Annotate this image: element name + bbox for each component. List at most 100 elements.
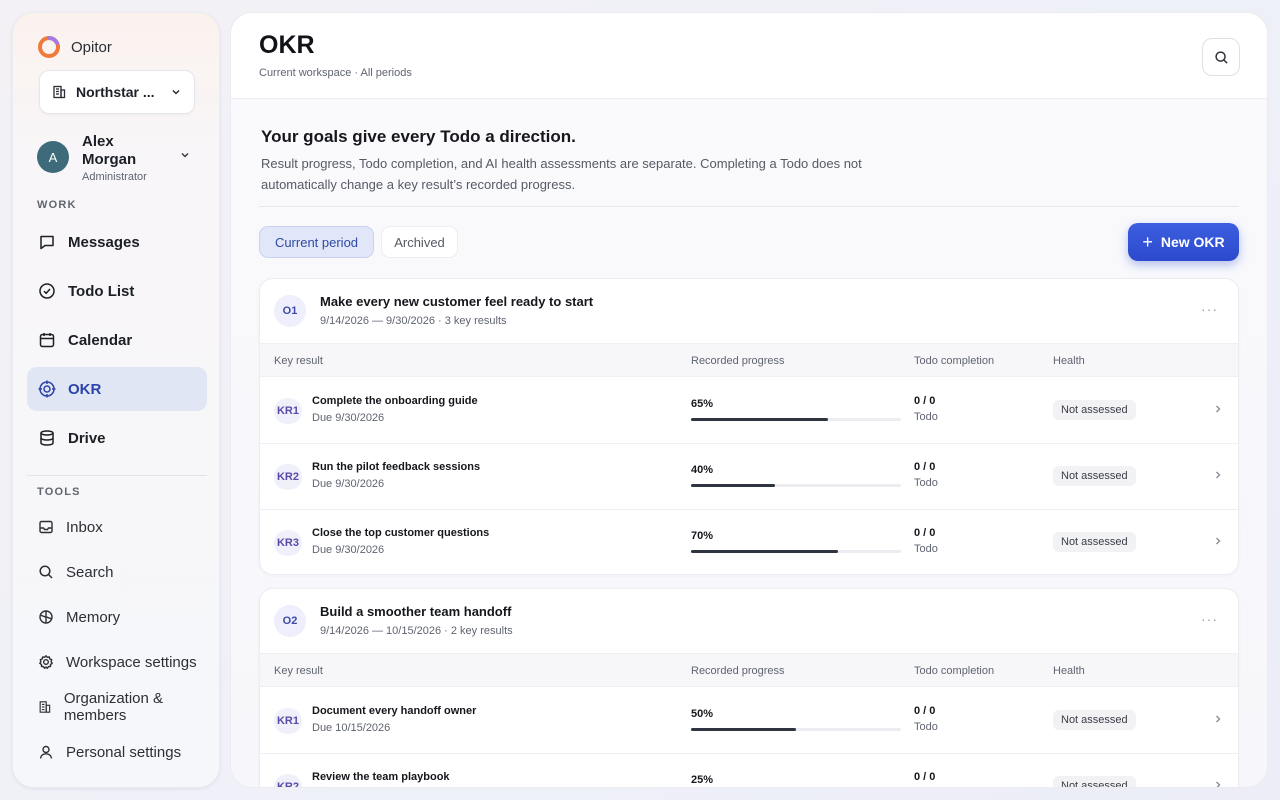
- chevron-down-icon: [172, 89, 180, 95]
- kr-badge: KR3: [274, 530, 302, 556]
- nav-item-todo-list[interactable]: Todo List: [27, 269, 207, 313]
- health-badge: Not assessed: [1053, 776, 1136, 787]
- workspace-select[interactable]: Northstar ...: [39, 70, 195, 114]
- search-button[interactable]: [1202, 38, 1240, 76]
- kr-progress-label: 40%: [691, 464, 714, 476]
- objective-badge: O2: [274, 605, 306, 637]
- column-header-todo: Todo completion: [914, 355, 995, 367]
- nav-item-drive[interactable]: Drive: [27, 416, 207, 460]
- chevron-right-icon: [1216, 471, 1221, 479]
- page-header: OKR Current workspace · All periods: [231, 13, 1267, 99]
- intro-title: Your goals give every Todo a direction.: [261, 127, 576, 146]
- kr-todo-count: 0 / 0: [914, 395, 936, 407]
- more-options-icon[interactable]: ···: [1201, 611, 1218, 627]
- kr-progress-label: 50%: [691, 708, 714, 720]
- inbox-icon: [39, 520, 53, 534]
- column-header-health: Health: [1053, 665, 1085, 677]
- column-header-progress: Recorded progress: [691, 355, 785, 367]
- kr-due-date: Due 9/30/2026: [312, 544, 385, 556]
- target-icon: [38, 380, 56, 398]
- user-name: Alex Morgan: [82, 133, 137, 168]
- column-header-todo: Todo completion: [914, 665, 995, 677]
- building-icon: [39, 701, 51, 713]
- tool-item-search[interactable]: Search: [27, 554, 207, 590]
- kr-progress-label: 25%: [691, 774, 714, 786]
- kr-todo-label: Todo: [914, 721, 938, 733]
- page-subtitle: Current workspace · All periods: [259, 67, 412, 79]
- building-icon: [53, 85, 66, 99]
- key-result-row[interactable]: KR1 Complete the onboarding guide Due 9/…: [260, 378, 1238, 444]
- search-icon: [39, 565, 53, 579]
- health-badge: Not assessed: [1053, 532, 1136, 552]
- chevron-down-icon: [181, 152, 189, 158]
- user-menu[interactable]: A Alex Morgan Administrator: [37, 133, 209, 187]
- objective-title[interactable]: Make every new customer feel ready to st…: [320, 294, 593, 309]
- kr-progress-label: 65%: [691, 398, 714, 410]
- nav-item-label: Messages: [68, 233, 140, 251]
- progress-bar: [691, 728, 901, 731]
- nav-item-messages[interactable]: Messages: [27, 220, 207, 264]
- tab-archived[interactable]: Archived: [381, 226, 458, 258]
- progress-bar-fill: [691, 484, 775, 487]
- sidebar: Opitor Northstar ... A Alex Morgan Admin…: [12, 12, 220, 788]
- kr-todo-count: 0 / 0: [914, 771, 936, 783]
- new-okr-label: New OKR: [1160, 234, 1225, 250]
- brand-name: Opitor: [71, 38, 112, 56]
- divider: [259, 206, 1239, 207]
- tool-item-label: Search: [66, 563, 114, 581]
- sidebar-divider: [27, 475, 207, 476]
- tool-item-label: Workspace settings: [66, 653, 197, 671]
- chevron-right-icon: [1216, 405, 1221, 413]
- nav-item-okr[interactable]: OKR: [27, 367, 207, 411]
- check-circle-icon: [39, 283, 55, 299]
- tool-item-organization-members[interactable]: Organization & members: [27, 689, 207, 725]
- objective-title[interactable]: Build a smoother team handoff: [320, 604, 511, 619]
- nav-item-label: Calendar: [68, 331, 133, 349]
- kr-progress-label: 70%: [691, 530, 714, 542]
- kr-badge: KR1: [274, 398, 302, 424]
- search-icon: [1214, 50, 1228, 64]
- kr-todo-count: 0 / 0: [914, 705, 936, 717]
- nav-item-calendar[interactable]: Calendar: [27, 318, 207, 362]
- kr-todo-label: Todo: [914, 543, 938, 555]
- kr-todo-label: Todo: [914, 477, 938, 489]
- tool-item-label: Memory: [66, 608, 121, 626]
- tools-section-label: TOOLS: [37, 486, 81, 498]
- kr-title: Run the pilot feedback sessions: [312, 461, 481, 473]
- tool-item-inbox[interactable]: Inbox: [27, 509, 207, 545]
- column-header-progress: Recorded progress: [691, 665, 785, 677]
- objective-meta: 9/14/2026 — 10/15/2026 · 2 key results: [320, 625, 513, 637]
- page-title: OKR: [259, 31, 315, 59]
- kr-badge: KR2: [274, 464, 302, 490]
- database-icon: [40, 430, 54, 446]
- tool-item-memory[interactable]: Memory: [27, 599, 207, 635]
- key-result-row[interactable]: KR2 Review the team playbook 25% 0 / 0 N…: [260, 754, 1238, 787]
- kr-title: Close the top customer questions: [312, 527, 490, 539]
- table-header: Key result Recorded progress Todo comple…: [260, 653, 1238, 687]
- progress-bar-fill: [691, 550, 838, 553]
- workspace-name: Northstar ...: [76, 84, 155, 100]
- kr-due-date: Due 9/30/2026: [312, 412, 385, 424]
- more-options-icon[interactable]: ···: [1201, 301, 1218, 317]
- tool-item-workspace-settings[interactable]: Workspace settings: [27, 644, 207, 680]
- kr-badge: KR1: [274, 708, 302, 734]
- brand: Opitor: [37, 35, 112, 59]
- kr-badge: KR2: [274, 774, 302, 787]
- key-result-row[interactable]: KR3 Close the top customer questions Due…: [260, 510, 1238, 574]
- tool-item-label: Inbox: [66, 518, 103, 536]
- message-icon: [40, 235, 54, 250]
- key-result-row[interactable]: KR1 Document every handoff owner Due 10/…: [260, 688, 1238, 754]
- key-result-row[interactable]: KR2 Run the pilot feedback sessions Due …: [260, 444, 1238, 510]
- column-header-key-result: Key result: [274, 665, 323, 677]
- kr-title: Review the team playbook: [312, 771, 450, 783]
- tool-item-label: Organization & members: [63, 690, 164, 724]
- nav-item-label: OKR: [68, 380, 102, 398]
- new-okr-button[interactable]: + New OKR: [1128, 223, 1239, 261]
- nav-item-label: Drive: [68, 429, 106, 447]
- kr-todo-count: 0 / 0: [914, 527, 936, 539]
- tab-current-period[interactable]: Current period: [259, 226, 374, 258]
- chevron-right-icon: [1216, 537, 1221, 545]
- kr-title: Complete the onboarding guide: [312, 395, 478, 407]
- progress-bar: [691, 484, 901, 487]
- tool-item-personal-settings[interactable]: Personal settings: [27, 734, 207, 770]
